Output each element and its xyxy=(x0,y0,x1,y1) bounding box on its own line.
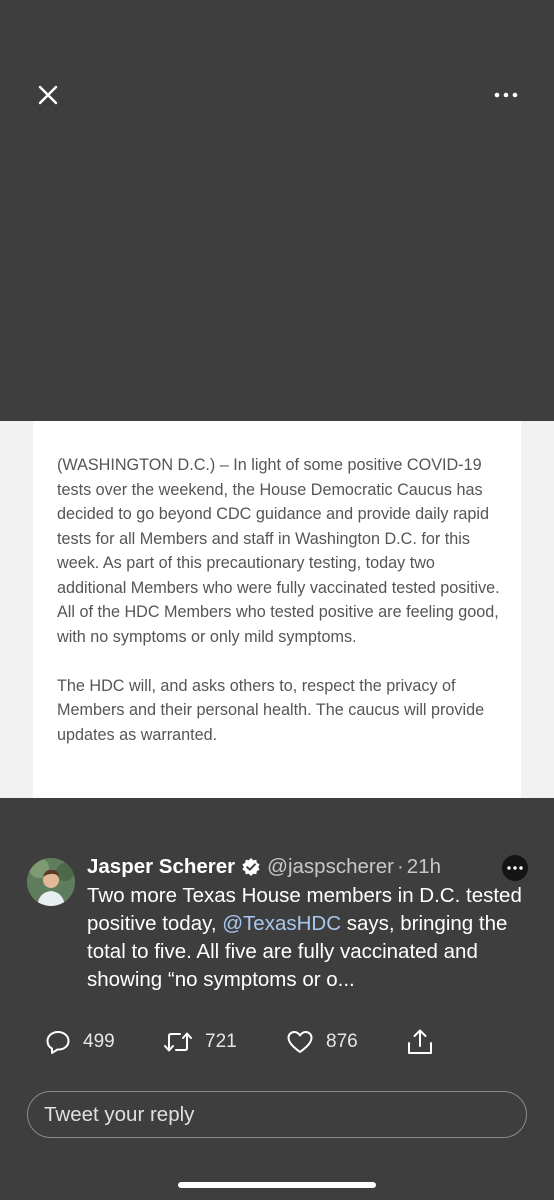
retweet-button[interactable]: 721 xyxy=(163,1022,237,1062)
like-count: 876 xyxy=(326,1031,358,1052)
press-release-document: (WASHINGTON D.C.) – In light of some pos… xyxy=(33,421,521,798)
avatar[interactable] xyxy=(27,858,75,906)
close-button[interactable] xyxy=(28,75,68,115)
author-name[interactable]: Jasper Scherer xyxy=(87,855,235,879)
reply-button[interactable]: 499 xyxy=(45,1022,115,1062)
tweet-menu-button[interactable] xyxy=(502,855,528,881)
verified-badge xyxy=(241,857,261,877)
mention-link[interactable]: @TexasHDC xyxy=(222,912,341,935)
reply-placeholder: Tweet your reply xyxy=(44,1102,195,1126)
tweet-timestamp[interactable]: 21h xyxy=(407,855,441,879)
close-icon xyxy=(38,85,58,105)
author-handle[interactable]: @jaspscherer xyxy=(267,855,394,879)
more-horizontal-icon xyxy=(494,92,518,98)
avatar-image xyxy=(27,858,75,906)
share-button[interactable] xyxy=(406,1022,434,1062)
reply-input[interactable]: Tweet your reply xyxy=(27,1091,527,1138)
like-button[interactable]: 876 xyxy=(286,1022,358,1062)
tweet-actions: 499 721 876 xyxy=(0,1022,554,1062)
retweet-count: 721 xyxy=(205,1031,237,1052)
share-icon xyxy=(408,1029,432,1054)
tweet-header: Jasper Scherer @jaspscherer · 21h xyxy=(87,852,441,882)
verified-badge-icon xyxy=(242,858,260,876)
document-paragraph: (WASHINGTON D.C.) – In light of some pos… xyxy=(57,456,500,646)
tweet-image[interactable]: (WASHINGTON D.C.) – In light of some pos… xyxy=(0,421,554,798)
tweet-text[interactable]: Two more Texas House members in D.C. tes… xyxy=(87,882,537,994)
media-viewer-backdrop xyxy=(0,0,554,421)
reply-count: 499 xyxy=(83,1031,115,1052)
document-paragraph: The HDC will, and asks others to, respec… xyxy=(57,676,485,744)
heart-icon xyxy=(287,1031,313,1053)
header-separator: · xyxy=(396,855,404,878)
reply-icon xyxy=(46,1031,70,1054)
more-options-button[interactable] xyxy=(486,75,526,115)
retweet-icon xyxy=(164,1032,192,1052)
more-circle-icon xyxy=(507,866,523,870)
home-indicator[interactable] xyxy=(178,1182,376,1188)
